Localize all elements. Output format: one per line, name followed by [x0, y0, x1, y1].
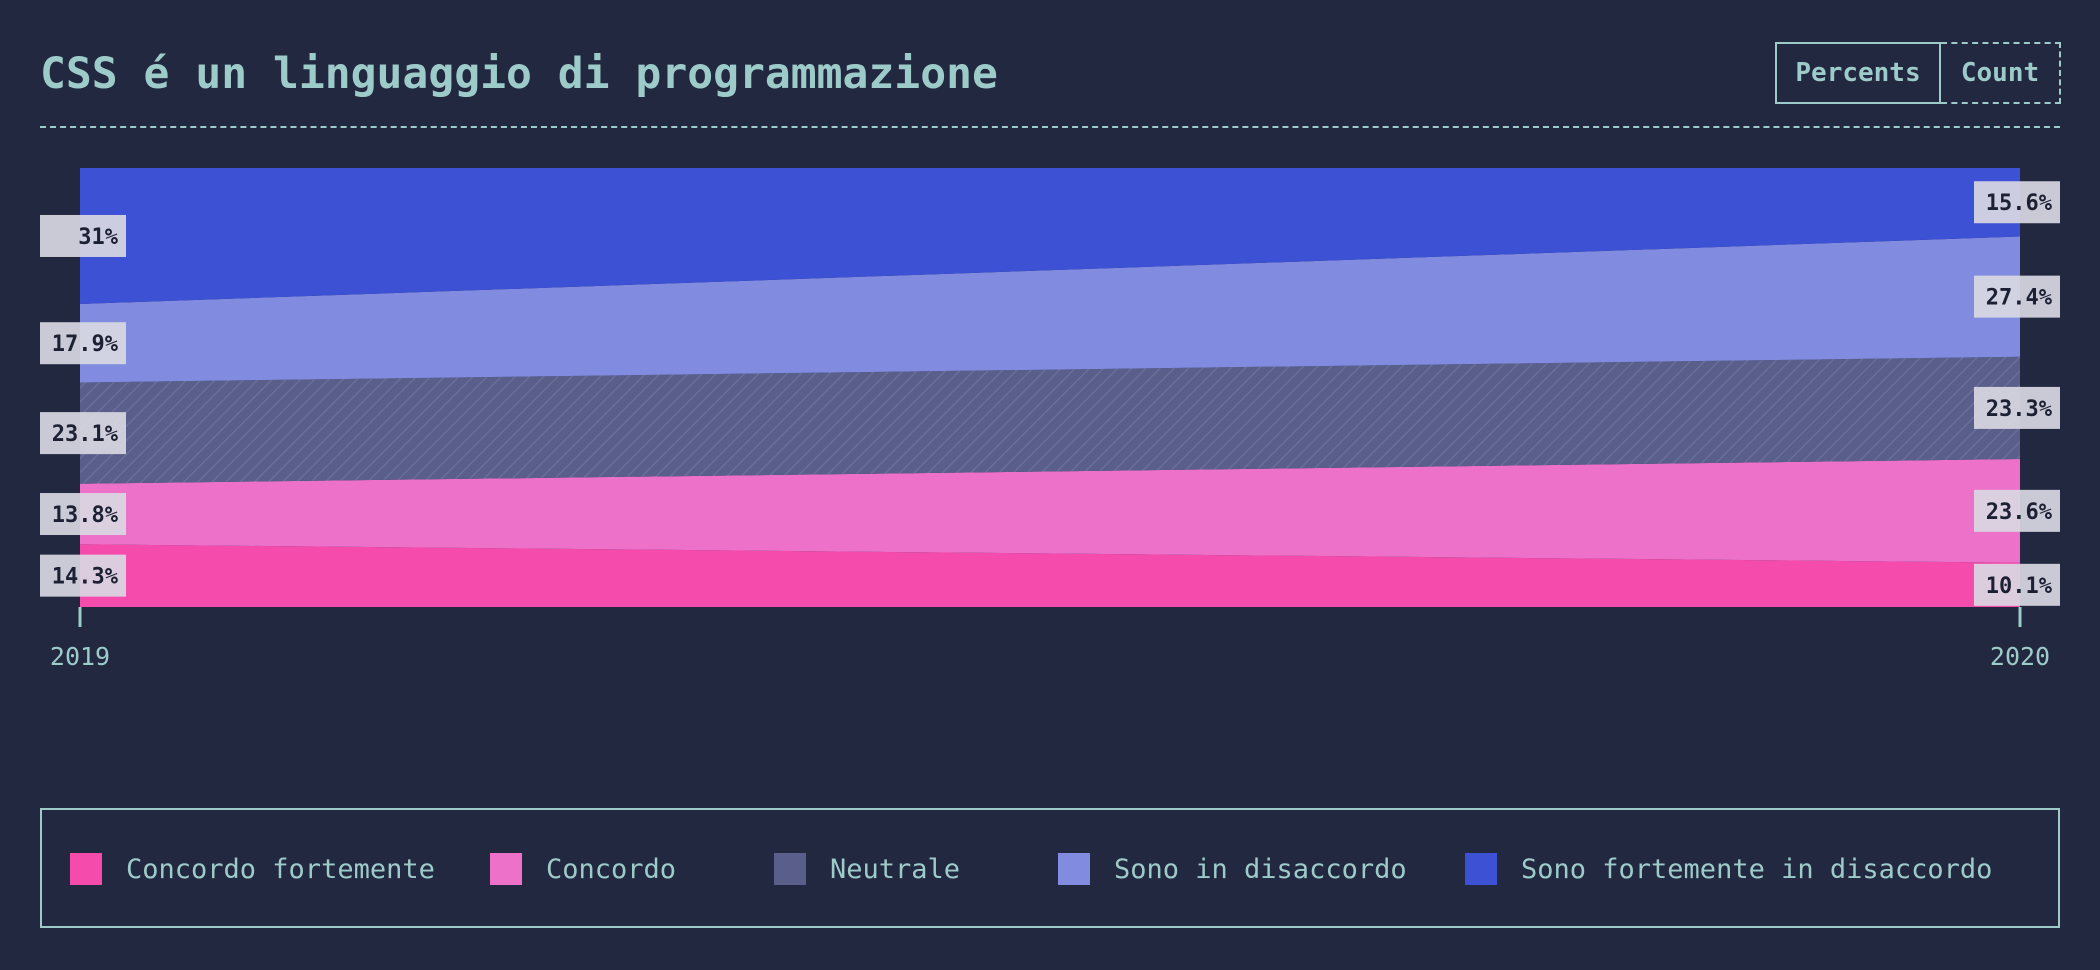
legend-swatch: [70, 853, 102, 885]
data-label-sono-in-disaccordo-2020: 27.4%: [1974, 275, 2060, 318]
legend-item-concordo-fortemente[interactable]: Concordo fortemente: [70, 852, 435, 886]
data-label-neutrale-2019: 23.1%: [40, 412, 126, 455]
legend-swatch: [774, 853, 806, 885]
legend-item-concordo[interactable]: Concordo: [490, 852, 676, 886]
data-label-text: 14.3%: [52, 565, 119, 590]
legend-swatch: [1465, 853, 1497, 885]
data-label-concordo-2020: 23.6%: [1974, 489, 2060, 532]
legend-label: Sono in disaccordo: [1114, 853, 1407, 885]
data-label-text: 27.4%: [1986, 286, 2053, 311]
data-label-sono-fortemente-in-disaccordo-2019: 31%: [40, 214, 126, 257]
data-label-text: 23.6%: [1986, 500, 2053, 525]
data-label-text: 10.1%: [1986, 574, 2053, 599]
data-label-text: 23.1%: [52, 422, 119, 447]
legend-swatch: [490, 853, 522, 885]
legend-item-sono-fortemente-in-disaccordo[interactable]: Sono fortemente in disaccordo: [1465, 852, 1992, 886]
x-tick-label-2020: 2020: [1990, 642, 2050, 671]
data-label-concordo-fortemente-2019: 14.3%: [40, 554, 126, 597]
stacked-area-chart: 2019 2020 14.3% 10.1% 13.8% 23.6% 23.1% 23.3%…: [40, 168, 2060, 671]
legend-label: Concordo: [546, 853, 677, 885]
data-label-text: 17.9%: [52, 332, 119, 357]
data-label-sono-in-disaccordo-2019: 17.9%: [40, 322, 126, 365]
legend-label: Sono fortemente in disaccordo: [1521, 853, 1993, 885]
x-axis: 2019 2020: [50, 607, 2050, 671]
legend-label: Concordo fortemente: [126, 853, 435, 885]
data-label-text: 31%: [78, 225, 118, 250]
x-tick-label-2019: 2019: [50, 642, 110, 671]
area-layers: [80, 168, 2020, 607]
legend: Concordo fortemente Concordo Neutrale So…: [40, 808, 2060, 928]
chart-page: CSS é un linguaggio di programmazione Pe…: [0, 0, 2100, 970]
data-label-sono-fortemente-in-disaccordo-2020: 15.6%: [1974, 181, 2060, 224]
legend-label: Neutrale: [830, 853, 961, 885]
data-label-concordo-fortemente-2020: 10.1%: [1974, 563, 2060, 606]
legend-item-neutrale[interactable]: Neutrale: [774, 852, 960, 886]
legend-item-sono-in-disaccordo[interactable]: Sono in disaccordo: [1058, 852, 1407, 886]
data-label-neutrale-2020: 23.3%: [1974, 386, 2060, 429]
data-label-text: 13.8%: [52, 503, 119, 528]
data-label-text: 23.3%: [1986, 397, 2053, 422]
legend-swatch: [1058, 853, 1090, 885]
data-label-text: 15.6%: [1986, 191, 2053, 216]
data-label-concordo-2019: 13.8%: [40, 493, 126, 536]
